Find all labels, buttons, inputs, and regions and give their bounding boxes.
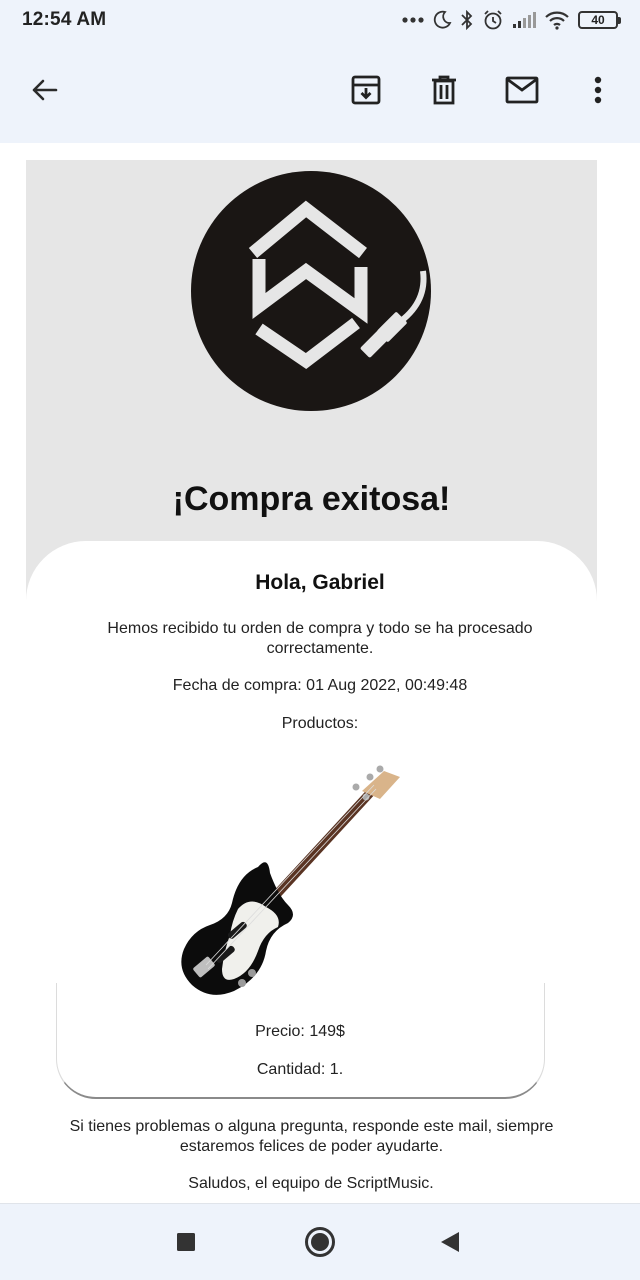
email-body[interactable]: ¡Compra exitosa! Hola, Gabriel Hemos rec…	[0, 143, 640, 1203]
mail-icon	[505, 76, 539, 104]
square-icon	[177, 1233, 195, 1251]
more-vertical-icon	[594, 76, 602, 104]
purchase-date: Fecha de compra: 01 Aug 2022, 00:49:48	[172, 677, 468, 694]
status-time: 12:54 AM	[22, 9, 107, 30]
bluetooth-icon	[461, 10, 473, 30]
greeting: Hola, Gabriel	[255, 571, 385, 594]
trash-icon	[432, 75, 456, 105]
system-nav-bar	[0, 1203, 640, 1280]
scriptmusic-logo	[191, 171, 431, 411]
battery-icon: 40	[578, 11, 621, 29]
bass-guitar-image	[181, 765, 400, 995]
moon-icon	[433, 10, 452, 29]
delete-button[interactable]	[422, 68, 466, 112]
signoff-text: Saludos, el equipo de ScriptMusic.	[188, 1175, 434, 1192]
more-options-button[interactable]	[576, 68, 620, 112]
products-label: Productos:	[281, 715, 359, 732]
help-text: Si tienes problemas o alguna pregunta, r…	[69, 1118, 554, 1155]
back-button[interactable]	[22, 68, 66, 112]
status-bar: 12:54 AM 40	[0, 0, 640, 40]
order-message: Hemos recibido tu orden de compra y todo…	[107, 620, 533, 657]
home-button[interactable]	[302, 1224, 338, 1260]
archive-icon	[351, 75, 381, 105]
triangle-back-icon	[441, 1232, 459, 1252]
status-icons: 40	[402, 9, 621, 31]
wifi-icon	[545, 11, 569, 30]
product-quantity: Cantidad: 1.	[256, 1061, 344, 1078]
circle-icon	[305, 1227, 335, 1257]
email-toolbar	[0, 40, 640, 143]
archive-button[interactable]	[344, 68, 388, 112]
more-dots-icon	[402, 17, 424, 23]
signal-icon	[513, 12, 536, 28]
arrow-back-icon	[32, 79, 58, 101]
recents-button[interactable]	[168, 1224, 204, 1260]
nav-back-button[interactable]	[432, 1224, 468, 1260]
battery-level: 40	[591, 13, 605, 27]
product-price: Precio: 149$	[255, 1023, 345, 1040]
mark-unread-button[interactable]	[500, 68, 544, 112]
alarm-icon	[484, 10, 502, 30]
email-title: ¡Compra exitosa!	[172, 480, 451, 518]
